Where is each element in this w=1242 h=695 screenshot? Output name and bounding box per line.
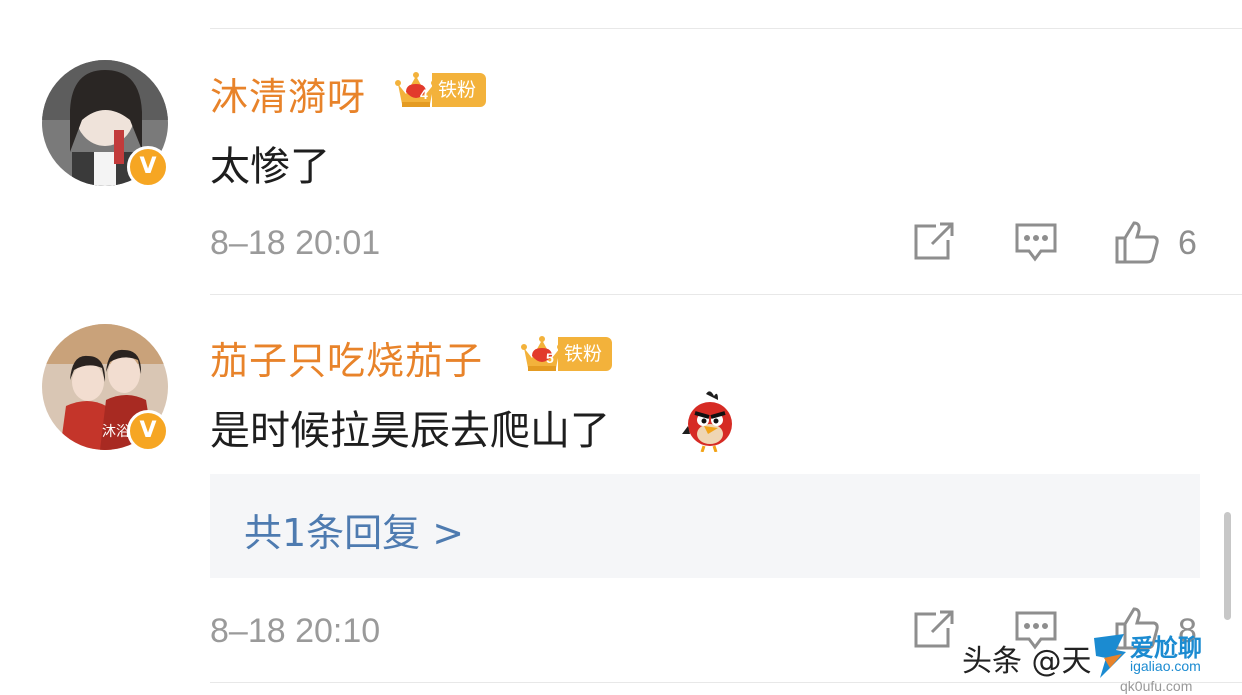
timestamp: 8–18 20:10 — [210, 612, 381, 650]
scrollbar[interactable] — [1224, 512, 1231, 620]
comment-text: 太惨了 — [210, 144, 330, 190]
fan-badge: 4 铁粉 — [394, 70, 487, 110]
fan-level: 4 — [420, 86, 428, 102]
username[interactable]: 茄子只吃烧茄子 — [210, 330, 483, 385]
watermark-logo-foot: qk0ufu.com — [1120, 678, 1193, 694]
watermark-logo: 爱尬聊 igaliao.com qk0ufu.com — [1090, 628, 1242, 695]
share-icon[interactable] — [912, 610, 956, 654]
fan-label: 铁粉 — [432, 73, 487, 107]
svg-text:沐浴: 沐浴 — [102, 424, 130, 440]
fan-level: 5 — [546, 350, 554, 366]
like-count: 6 — [1178, 224, 1197, 262]
reply-summary-box[interactable]: 共1条回复 > — [210, 474, 1200, 578]
bottom-divider — [210, 682, 1242, 683]
comment-icon[interactable] — [1014, 222, 1058, 268]
fan-badge: 5 铁粉 — [520, 334, 613, 374]
comment-divider — [210, 294, 1242, 295]
crown-icon: 5 — [520, 334, 564, 374]
watermark-logo-sub: igaliao.com — [1130, 658, 1201, 674]
like-icon[interactable] — [1114, 220, 1160, 268]
watermark-logo-icon — [1094, 634, 1126, 678]
top-divider — [210, 28, 1242, 29]
comment-text: 是时候拉昊辰去爬山了 — [210, 408, 610, 454]
angry-bird-emoji-icon — [680, 388, 738, 456]
fan-label: 铁粉 — [558, 337, 613, 371]
username[interactable]: 沐清漪呀 — [210, 66, 366, 121]
crown-icon: 4 — [394, 70, 438, 110]
watermark-text: 头条 @天 — [962, 644, 1092, 679]
verified-badge-icon: V — [127, 410, 169, 452]
share-icon[interactable] — [912, 222, 956, 266]
timestamp: 8–18 20:01 — [210, 224, 381, 262]
reply-summary-link[interactable]: 共1条回复 > — [244, 502, 464, 557]
verified-badge-icon: V — [127, 146, 169, 188]
